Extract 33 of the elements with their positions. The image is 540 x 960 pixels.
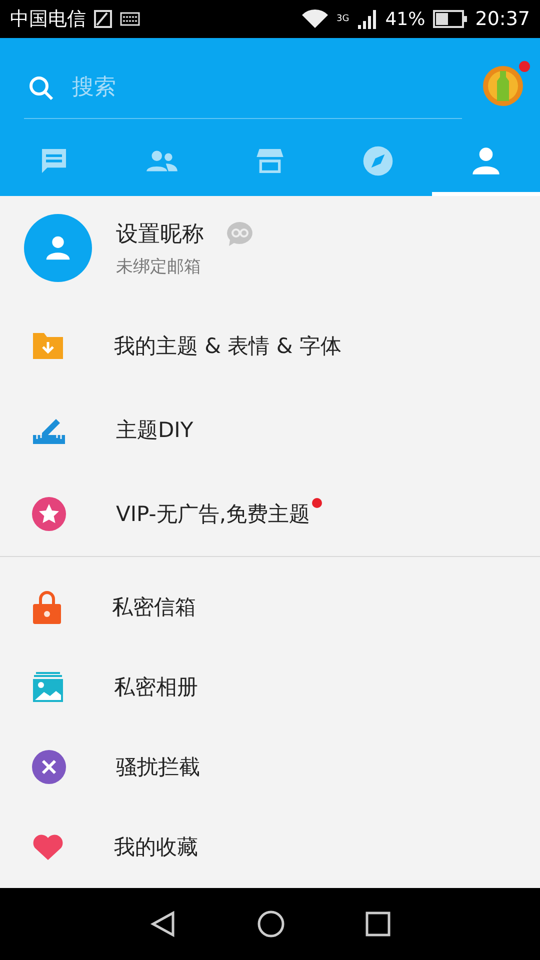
photo-album-icon (32, 671, 64, 703)
menu-item[interactable]: 骚扰拦截 (0, 727, 540, 807)
lock-icon (32, 590, 62, 624)
carrier-name: 中国电信 (10, 7, 86, 32)
recents-button[interactable] (365, 911, 391, 937)
wifi-icon (300, 8, 329, 30)
menu-item[interactable]: VIP-无广告,免费主题 (0, 472, 540, 556)
search-field[interactable]: 搜索 (70, 74, 462, 101)
menu-item[interactable]: 私密相册 (0, 647, 540, 727)
menu-item[interactable]: 主题DIY (0, 388, 540, 472)
back-button[interactable] (149, 910, 177, 938)
chat-bubble-icon (226, 220, 254, 246)
battery-percent: 41% (385, 8, 426, 30)
keyboard-icon (120, 12, 140, 26)
person-icon (470, 145, 502, 177)
heart-icon (32, 833, 64, 861)
menu-item[interactable]: 我的收藏 (0, 807, 540, 887)
signal-icon (357, 9, 378, 29)
folder-download-icon (32, 332, 64, 360)
compass-icon (362, 145, 394, 177)
nickname[interactable]: 设置昵称 (116, 218, 204, 248)
close-circle-icon (32, 750, 66, 784)
image-icon (94, 10, 112, 28)
person-icon (44, 234, 72, 262)
home-button[interactable] (257, 910, 285, 938)
network-type: 3G (336, 14, 350, 24)
clock-time: 20:37 (475, 8, 530, 30)
search-icon (28, 74, 54, 100)
menu-item[interactable]: 私密信箱 (0, 567, 540, 647)
email-status: 未绑定邮箱 (116, 256, 202, 278)
menu-item[interactable]: 我的主题 & 表情 & 字体 (0, 304, 540, 388)
avatar-icon[interactable] (482, 65, 524, 107)
battery-icon (433, 10, 468, 28)
